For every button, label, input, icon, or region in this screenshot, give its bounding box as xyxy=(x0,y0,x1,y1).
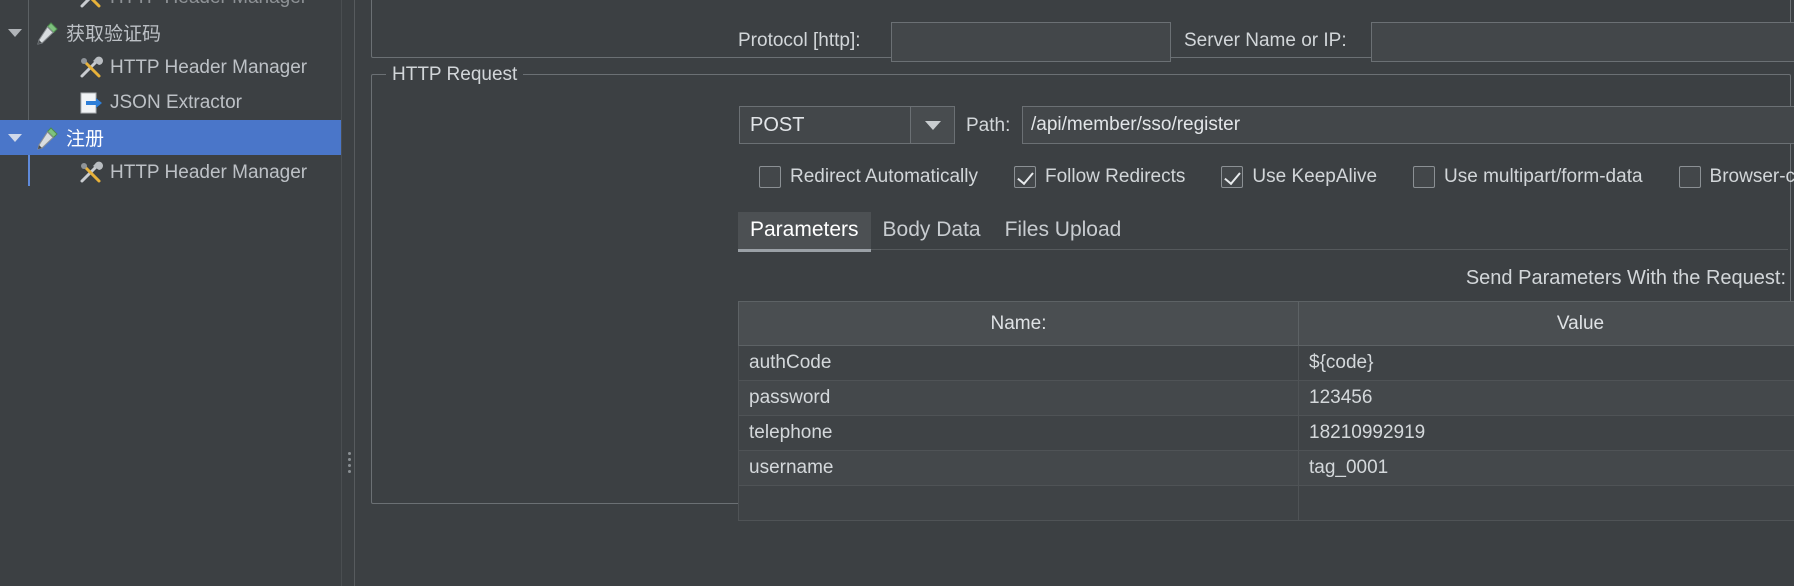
cell-name[interactable] xyxy=(738,485,1299,521)
checkbox-label: Follow Redirects xyxy=(1044,166,1186,187)
send-parameters-caption: Send Parameters With the Request: xyxy=(1465,267,1786,289)
panel-splitter[interactable] xyxy=(341,0,355,586)
tab-underline xyxy=(738,249,1788,250)
table-row[interactable]: authCode ${code} xyxy=(738,345,1794,381)
cell-name[interactable]: password xyxy=(738,380,1299,416)
parameters-tab-strip: Parameters Body Data Files Upload xyxy=(738,212,1134,252)
tree-item-2[interactable]: HTTP Header Manager xyxy=(0,50,341,85)
tree-item-4[interactable]: 注册 xyxy=(0,120,341,155)
jmeter-window: HTTP Header Manager 获取验证码 HTTP Header Mana… xyxy=(0,0,1794,586)
splitter-grip-icon[interactable] xyxy=(348,452,351,473)
checkbox-option-3[interactable]: Use multipart/form-data xyxy=(1413,166,1669,188)
checkbox-label: Use KeepAlive xyxy=(1252,166,1378,187)
tools-icon xyxy=(74,0,108,11)
test-plan-tree[interactable]: HTTP Header Manager 获取验证码 HTTP Header Mana… xyxy=(0,0,341,586)
parameters-table[interactable]: Name: Value URL authCode${code}password1… xyxy=(738,301,1794,521)
expand-collapse-triangle-icon[interactable] xyxy=(0,28,30,37)
request-options-checkbox-row: Redirect Automatically Follow Redirects Us… xyxy=(759,166,1794,188)
cell-name[interactable]: username xyxy=(738,450,1299,486)
checkbox-unchecked-icon[interactable] xyxy=(1413,166,1436,188)
path-input[interactable] xyxy=(1022,106,1794,144)
pipette-icon xyxy=(30,125,64,151)
tree-item-label: HTTP Header Manager xyxy=(110,0,307,9)
tools-icon xyxy=(74,55,108,81)
tree-item-1[interactable]: 获取验证码 xyxy=(0,15,341,50)
checkbox-checked-icon[interactable] xyxy=(1013,166,1036,188)
tree-item-label: HTTP Header Manager xyxy=(110,161,308,183)
checkbox-label: Browser-compatible headers xyxy=(1709,166,1794,187)
column-header-value[interactable]: Value xyxy=(1298,301,1794,346)
tree-item-label: 获取验证码 xyxy=(66,24,162,45)
cell-name[interactable]: telephone xyxy=(738,415,1299,451)
server-name-label: Server Name or IP: xyxy=(1184,30,1347,51)
tab-body-data[interactable]: Body Data xyxy=(871,212,993,249)
cell-value[interactable]: tag_0001 xyxy=(1298,450,1794,486)
tree-item-3[interactable]: JSON Extractor xyxy=(0,85,341,120)
protocol-input[interactable] xyxy=(891,22,1171,62)
tree-item-0[interactable]: HTTP Header Manager xyxy=(0,0,341,15)
tab-parameters[interactable]: Parameters xyxy=(738,212,871,252)
tree-item-label: 注册 xyxy=(66,129,105,150)
checkbox-unchecked-icon[interactable] xyxy=(1678,166,1701,188)
cell-name[interactable]: authCode xyxy=(738,345,1299,381)
checkbox-option-1[interactable]: Follow Redirects xyxy=(1013,166,1211,188)
json-extractor-icon xyxy=(74,90,108,116)
checkbox-option-0[interactable]: Redirect Automatically xyxy=(759,166,1004,188)
table-row[interactable]: username tag_0001 xyxy=(738,450,1794,486)
cell-value[interactable] xyxy=(1298,485,1794,521)
expand-collapse-triangle-icon[interactable] xyxy=(0,133,30,142)
path-label: Path: xyxy=(966,115,1011,136)
parameters-table-body: authCode ${code} password 123456 telephone 18… xyxy=(738,345,1794,521)
table-row[interactable]: password 123456 xyxy=(738,380,1794,416)
method-select-value: POST xyxy=(750,113,805,136)
table-row[interactable] xyxy=(738,485,1794,521)
method-select[interactable]: POST xyxy=(739,106,955,144)
http-request-group-title: HTTP Request xyxy=(386,64,524,86)
table-row[interactable]: telephone 18210992919 xyxy=(738,415,1794,451)
cell-value[interactable]: ${code} xyxy=(1298,345,1794,381)
tree-rows: HTTP Header Manager 获取验证码 HTTP Header Mana… xyxy=(0,0,341,190)
checkbox-unchecked-icon[interactable] xyxy=(759,166,781,188)
pipette-icon xyxy=(30,20,64,46)
tree-item-5[interactable]: HTTP Header Manager xyxy=(0,155,341,190)
parameters-table-header-row: Name: Value URL xyxy=(738,301,1794,346)
tools-icon xyxy=(74,160,108,186)
tree-item-label: HTTP Header Manager xyxy=(110,56,308,78)
checkbox-option-4[interactable]: Browser-compatible headers xyxy=(1678,166,1794,188)
checkbox-option-2[interactable]: Use KeepAlive xyxy=(1221,166,1403,188)
cell-value[interactable]: 123456 xyxy=(1298,380,1794,416)
tab-files-upload[interactable]: Files Upload xyxy=(993,212,1134,249)
protocol-label: Protocol [http]: xyxy=(738,30,861,51)
checkbox-checked-icon[interactable] xyxy=(1221,166,1244,188)
http-request-editor: Web Server Protocol [http]: Server Name … xyxy=(355,0,1794,586)
cell-value[interactable]: 18210992919 xyxy=(1298,415,1794,451)
checkbox-label: Use multipart/form-data xyxy=(1444,166,1643,187)
tree-item-label: JSON Extractor xyxy=(110,91,242,113)
column-header-name[interactable]: Name: xyxy=(738,301,1299,346)
server-name-input[interactable] xyxy=(1371,22,1794,62)
checkbox-label: Redirect Automatically xyxy=(790,166,978,187)
chevron-down-icon[interactable] xyxy=(910,107,954,143)
